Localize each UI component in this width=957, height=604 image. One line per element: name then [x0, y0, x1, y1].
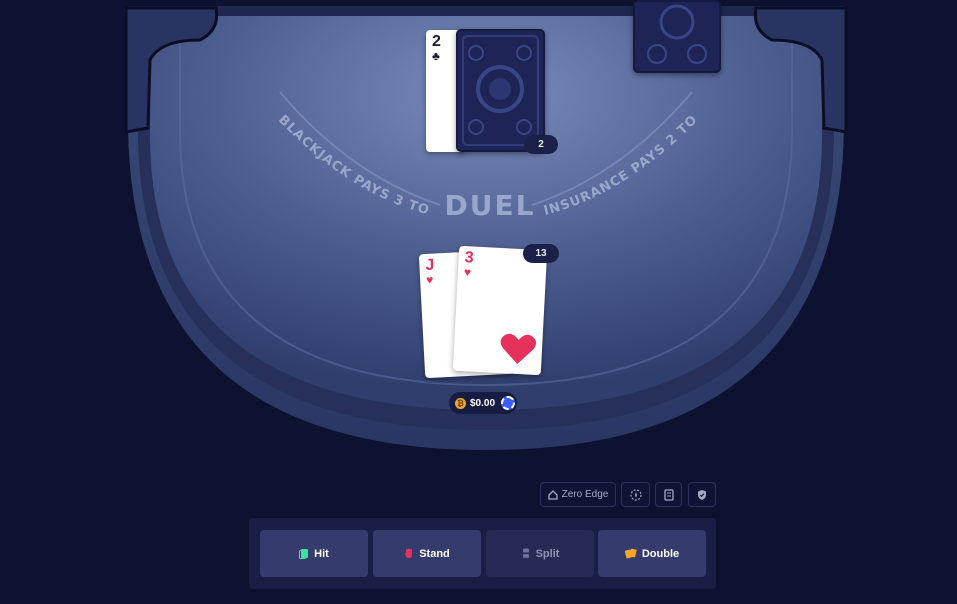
zero-edge-label: Zero Edge [561, 489, 609, 500]
heart-icon: ♥ [425, 272, 434, 288]
hand-icon [405, 548, 413, 558]
security-button[interactable] [688, 482, 716, 507]
stand-button[interactable]: Stand [373, 530, 481, 577]
coin-icon: ₿ [455, 397, 466, 409]
bet-display[interactable]: ₿ $0.00 [449, 392, 517, 414]
zero-edge-button[interactable]: Zero Edge [540, 482, 616, 507]
hit-button[interactable]: Hit [260, 530, 368, 577]
card-rank: 3 [464, 249, 475, 267]
large-heart-icon [500, 333, 537, 364]
document-icon [663, 488, 674, 501]
player-card-2: 3 ♥ [452, 245, 548, 376]
split-label: Split [535, 547, 560, 560]
heart-icon: ♥ [463, 265, 472, 280]
card-rank: 2 [432, 33, 441, 50]
card-back-pattern-icon [647, 4, 707, 64]
stats-button[interactable] [655, 482, 682, 507]
bet-amount: $0.00 [470, 397, 496, 409]
action-panel: Hit Stand Split Double [249, 518, 716, 589]
dealer-hole-card [456, 29, 545, 152]
split-icon [522, 548, 529, 558]
shield-icon [698, 489, 706, 500]
dealer-hand-total: 2 [524, 135, 558, 154]
duel-logo-text: DUEL [445, 189, 536, 222]
chip-icon [501, 396, 516, 410]
fairness-button[interactable] [621, 482, 650, 507]
house-icon [547, 489, 558, 500]
double-button[interactable]: Double [598, 530, 706, 577]
club-icon: ♣ [432, 49, 440, 63]
split-button[interactable]: Split [486, 530, 594, 577]
card-icon [299, 549, 309, 559]
spark-icon [629, 488, 642, 501]
hit-label: Hit [314, 547, 329, 560]
double-cards-icon [624, 548, 637, 559]
card-back-pattern-icon [462, 35, 539, 146]
card-rank: J [424, 256, 435, 275]
stand-label: Stand [419, 547, 450, 560]
double-label: Double [641, 547, 680, 560]
shoe-card-back [633, 0, 721, 73]
player-hand-total: 13 [523, 244, 559, 263]
